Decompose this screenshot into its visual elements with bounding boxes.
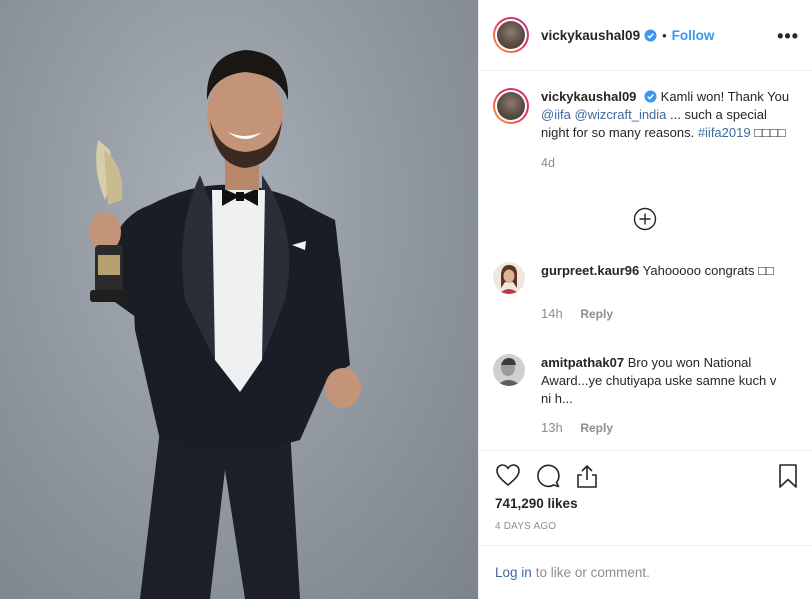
share-icon[interactable] — [575, 463, 599, 492]
header-username[interactable]: vickykaushal09 — [541, 28, 640, 43]
login-link[interactable]: Log in — [495, 565, 532, 580]
comment-meta: 13h Reply — [541, 420, 803, 435]
caption-timestamp: 4d — [541, 156, 555, 170]
heart-icon[interactable] — [495, 463, 521, 490]
comment-meta: 14h Reply — [541, 306, 803, 321]
hashtag-link[interactable]: #iifa2019 — [698, 125, 751, 140]
reply-button[interactable]: Reply — [580, 307, 613, 321]
likes-count[interactable]: 741,290 likes — [495, 496, 578, 511]
load-more-comments-icon[interactable] — [633, 207, 657, 231]
mention-wizcraft[interactable]: @wizcraft_india — [574, 107, 666, 122]
comment-text: amitpathak07 Bro you won National Award.… — [541, 354, 786, 408]
avatar[interactable] — [493, 17, 529, 53]
caption-username[interactable]: vickykaushal09 — [541, 89, 636, 104]
comment-icon[interactable] — [535, 463, 561, 492]
login-prompt: Log in to like or comment. — [479, 545, 812, 599]
post-header: vickykaushal09 • Follow ••• — [479, 0, 812, 71]
verified-badge-icon — [644, 90, 657, 103]
caption-body-1: Kamli won! Thank You — [660, 89, 790, 104]
post-photo[interactable] — [0, 0, 478, 599]
comment-text: gurpreet.kaur96 Yahooooo congrats □□ — [541, 262, 786, 294]
comment-username[interactable]: gurpreet.kaur96 — [541, 263, 639, 278]
verified-badge-icon — [644, 28, 657, 42]
comment-item: amitpathak07 Bro you won National Award.… — [493, 354, 803, 435]
photo-illustration — [89, 50, 361, 599]
follow-button[interactable]: Follow — [672, 28, 715, 43]
comment-time: 13h — [541, 420, 563, 435]
avatar-image — [497, 21, 525, 49]
instagram-post: vickykaushal09 • Follow ••• vickykaushal… — [0, 0, 812, 599]
caption-emojis: □□□□ — [754, 125, 786, 140]
action-bar — [479, 450, 812, 497]
comment-time: 14h — [541, 306, 563, 321]
caption-text: vickykaushal09 Kamli won! Thank You @iif… — [541, 88, 791, 142]
login-suffix: to like or comment. — [535, 565, 650, 580]
more-options-icon[interactable]: ••• — [777, 26, 799, 47]
caption-avatar[interactable] — [493, 88, 529, 124]
comment-avatar[interactable] — [493, 262, 525, 294]
comment-username[interactable]: amitpathak07 — [541, 355, 624, 370]
bookmark-icon[interactable] — [777, 463, 799, 492]
comment-body: Yahooooo congrats □□ — [642, 263, 774, 278]
post-age: 4 DAYS AGO — [495, 521, 557, 532]
comment-avatar[interactable] — [493, 354, 525, 386]
mention-iifa[interactable]: @iifa — [541, 107, 571, 122]
reply-button[interactable]: Reply — [580, 421, 613, 435]
caption: vickykaushal09 Kamli won! Thank You @iif… — [493, 88, 803, 170]
post-side-panel: vickykaushal09 • Follow ••• vickykaushal… — [478, 0, 812, 599]
comment-item: gurpreet.kaur96 Yahooooo congrats □□ 14h… — [493, 262, 803, 321]
header-separator: • — [662, 27, 667, 43]
